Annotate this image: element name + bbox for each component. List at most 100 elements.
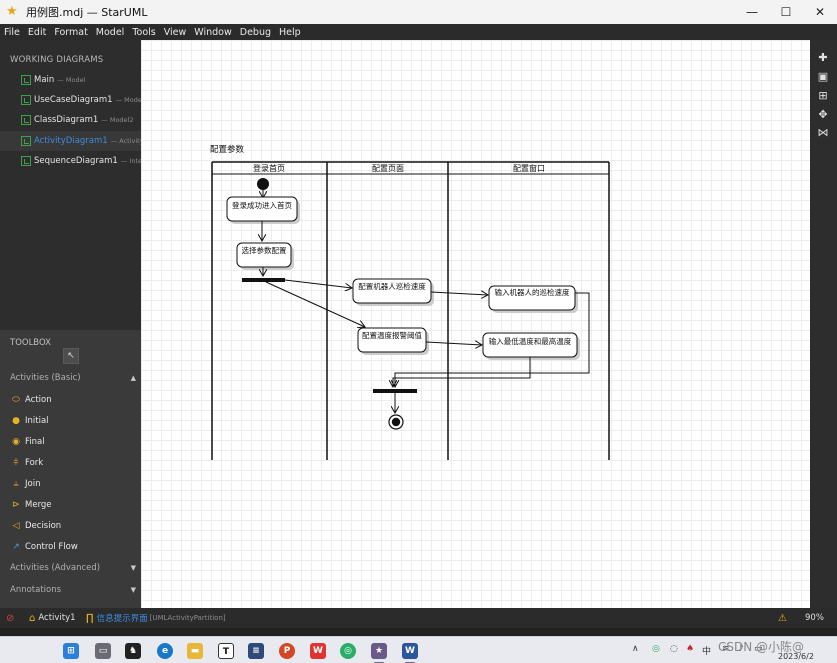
join-icon: ⫨ [13, 479, 19, 489]
action-input-robot-speed[interactable]: 输入机器人的巡检速度 [488, 285, 578, 313]
lane-header-config-page[interactable]: 配置页面 [372, 164, 404, 173]
control-flow-edge[interactable] [393, 357, 531, 387]
action-select-param-config[interactable]: 选择参数配置 [236, 242, 294, 270]
working-diagram-owner: — Model2 [101, 116, 134, 124]
settings-app-icon[interactable]: ≡ [248, 643, 264, 659]
zoom-level[interactable]: 90% [805, 613, 824, 623]
diagram-canvas[interactable]: 配置参数 登录首页 配置页面 配置窗口 登录成功进入首页 选择参数配置 配置机器… [141, 40, 810, 608]
toolbox-item-decision[interactable]: ◁ Decision [0, 517, 141, 535]
navigator-crosshair-icon[interactable]: ✥ [815, 108, 831, 122]
qq-icon[interactable]: ♞ [125, 643, 141, 659]
status-current-diagram[interactable]: ⌂ Activity1 [29, 613, 76, 624]
status-selected-element[interactable]: ∏ 信息提示界面 [UMLActivityPartition] [86, 612, 226, 625]
status-element-type: [UMLActivityPartition] [149, 614, 226, 622]
working-diagram-main[interactable]: Main — Model [0, 70, 141, 90]
action-input-min-max-temp[interactable]: 输入最低温度和最高温度 [482, 332, 580, 360]
menu-edit[interactable]: Edit [28, 27, 46, 38]
minimize-button[interactable]: — [735, 0, 769, 24]
staruml-logo-icon: ★ [6, 4, 18, 19]
close-button[interactable]: ✕ [803, 0, 837, 24]
menu-window[interactable]: Window [194, 27, 231, 38]
file-explorer-icon[interactable]: ▬ [187, 643, 203, 659]
action-label: 配置温度报警阈值 [362, 330, 422, 340]
pointer-tool-button[interactable]: ↖ [63, 348, 79, 364]
fork-icon: ⫩ [13, 458, 19, 468]
toolbox-item-initial[interactable]: ● Initial [0, 412, 141, 430]
initial-node[interactable] [257, 178, 269, 190]
toolbox-section-basic[interactable]: Activities (Basic) ▲ [0, 369, 141, 387]
toolbox-item-label: Join [25, 479, 41, 489]
toolbox-panel: TOOLBOX ↖ Activities (Basic) ▲ ⬭ Action … [0, 330, 141, 608]
action-label: 输入机器人的巡检速度 [495, 287, 570, 297]
control-flow-edge[interactable] [430, 292, 488, 295]
control-flow-edge[interactable] [425, 342, 482, 345]
tray-app-icon-2[interactable]: ♠ [686, 644, 694, 654]
tray-app-icon[interactable]: ◌ [670, 644, 678, 654]
tray-expand-icon[interactable]: ∧ [632, 644, 639, 654]
action-icon: ⬭ [12, 395, 20, 405]
lane-header-config-window[interactable]: 配置窗口 [513, 163, 545, 173]
menu-debug[interactable]: Debug [240, 27, 271, 38]
working-diagram-name: Main [34, 75, 55, 85]
right-toolbar: ✚ ▣ ⊞ ✥ ⋈ [810, 40, 837, 608]
working-diagram-owner: — Interact [120, 157, 141, 165]
working-diagram-owner: — Activity1 [110, 137, 141, 145]
error-status-icon[interactable]: ⊘ [6, 613, 14, 624]
lane-header-login[interactable]: 登录首页 [253, 163, 285, 173]
working-diagram-usecase[interactable]: UseCaseDiagram1 — Model1 [0, 90, 141, 110]
action-config-temp-threshold[interactable]: 配置温度报警阈值 [357, 327, 429, 355]
fork-node[interactable] [242, 278, 285, 282]
toolbox-item-label: Initial [25, 416, 49, 426]
menu-tools[interactable]: Tools [132, 27, 155, 38]
toolbox-item-join[interactable]: ⫨ Join [0, 475, 141, 493]
working-diagram-activity[interactable]: ActivityDiagram1 — Activity1 [0, 131, 141, 151]
toolbox-item-merge[interactable]: ⊳ Merge [0, 496, 141, 514]
wps-icon[interactable]: W [310, 643, 326, 659]
warning-icon[interactable]: ⚠ [778, 613, 787, 624]
menu-format[interactable]: Format [54, 27, 87, 38]
toolbox-section-advanced[interactable]: Activities (Advanced) ▼ [0, 559, 141, 577]
activity-icon: ⌂ [29, 612, 36, 624]
join-node[interactable] [373, 389, 417, 393]
word-icon[interactable]: W [402, 643, 418, 663]
menu-view[interactable]: View [164, 27, 187, 38]
staruml-taskbar-icon[interactable]: ★ [371, 643, 387, 663]
working-diagram-name: ActivityDiagram1 [34, 136, 108, 146]
working-diagram-sequence[interactable]: SequenceDiagram1 — Interact [0, 151, 141, 171]
markdown-icon[interactable]: ⊞ [815, 89, 831, 103]
extensions-puzzle-icon[interactable]: ✚ [815, 51, 831, 65]
toolbox-section-annotations[interactable]: Annotations ▼ [0, 581, 141, 599]
windows-start-icon[interactable]: ⊞ [63, 643, 79, 659]
toolbox-item-label: Final [25, 437, 45, 447]
control-flow-edge[interactable] [284, 279, 352, 288]
control-flow-edge[interactable] [265, 281, 365, 327]
toolbox-item-fork[interactable]: ⫩ Fork [0, 454, 141, 472]
status-diagram-name: Activity1 [38, 613, 76, 623]
menu-model[interactable]: Model [96, 27, 125, 38]
layout-panel-icon[interactable]: ▣ [815, 70, 831, 84]
tray-wechat-icon[interactable]: ◎ [652, 644, 660, 654]
ime-indicator[interactable]: 中 [702, 644, 711, 657]
toolbox-item-control-flow[interactable]: ↗ Control Flow [0, 538, 141, 556]
task-view-icon[interactable]: ▭ [95, 643, 111, 659]
menu-file[interactable]: File [4, 27, 20, 38]
toolbox-item-label: Control Flow [25, 542, 78, 552]
collapse-arrow-icon: ▲ [130, 374, 136, 382]
powerpoint-icon[interactable]: P [279, 643, 295, 659]
toolbox-item-final[interactable]: ◉ Final [0, 433, 141, 451]
typora-icon[interactable]: T [218, 643, 234, 659]
menu-help[interactable]: Help [279, 27, 301, 38]
maximize-button[interactable]: ☐ [769, 0, 803, 24]
edge-browser-icon[interactable]: e [157, 643, 173, 659]
working-diagram-name: UseCaseDiagram1 [34, 95, 113, 105]
action-login-home[interactable]: 登录成功进入首页 [226, 196, 300, 224]
working-diagram-class[interactable]: ClassDiagram1 — Model2 [0, 110, 141, 130]
share-icon[interactable]: ⋈ [815, 126, 831, 140]
staruml-window: ★ 用例图.mdj — StarUML — ☐ ✕ File Edit Form… [0, 0, 837, 663]
action-config-robot-speed[interactable]: 配置机器人巡检速度 [352, 278, 434, 306]
activity-final-node[interactable] [388, 414, 404, 430]
wechat-icon[interactable]: ◎ [340, 643, 356, 659]
control-flow-icon: ↗ [12, 542, 20, 552]
toolbox-item-action[interactable]: ⬭ Action [0, 391, 141, 409]
toolbox-item-label: Action [25, 395, 52, 405]
